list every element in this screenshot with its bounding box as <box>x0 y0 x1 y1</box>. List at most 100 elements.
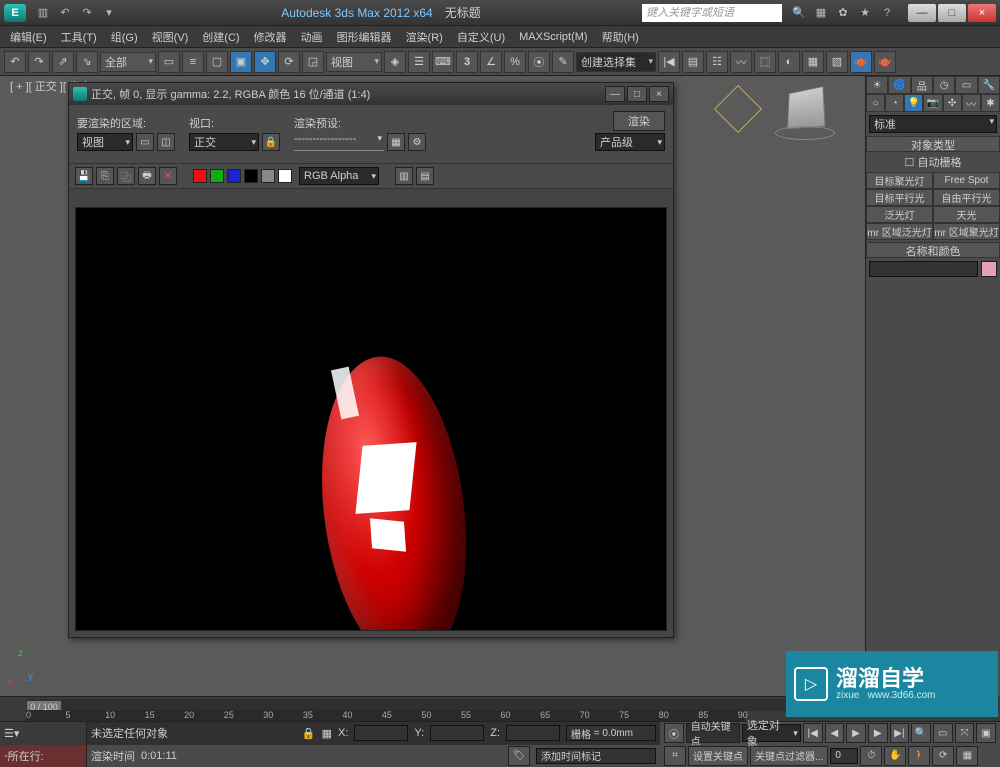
coord-x-input[interactable] <box>354 725 408 741</box>
channel-mono-icon[interactable] <box>261 169 275 183</box>
undo-icon[interactable]: ↶ <box>4 51 26 73</box>
render-win-close-button[interactable]: × <box>649 86 669 102</box>
channel-green-icon[interactable] <box>210 169 224 183</box>
viewcube-ring[interactable] <box>775 126 835 140</box>
tab-display[interactable]: ▭ <box>955 76 977 94</box>
schematic-icon[interactable]: ⿴ <box>754 51 776 73</box>
add-time-tag-field[interactable]: 添加时间标记 <box>536 748 656 764</box>
named-sel-dropdown[interactable]: 创建选择集 <box>576 52 656 72</box>
select-scale-icon[interactable]: ◲ <box>302 51 324 73</box>
snap-toggle-icon[interactable]: 3 <box>456 51 478 73</box>
manipulate-icon[interactable]: ☰ <box>408 51 430 73</box>
tab-motion[interactable]: ◷ <box>933 76 955 94</box>
menu-group[interactable]: 组(G) <box>105 27 144 47</box>
render-setup-icon[interactable]: ▦ <box>802 51 824 73</box>
tab-hierarchy[interactable]: 品 <box>911 76 933 94</box>
angle-snap-icon[interactable]: ∠ <box>480 51 502 73</box>
menu-help[interactable]: 帮助(H) <box>596 27 645 47</box>
quick-render-icon[interactable]: 🫖 <box>850 51 872 73</box>
nav-orbit-icon[interactable]: ⟳ <box>932 746 954 766</box>
nav-zoom-icon[interactable]: 🔍 <box>911 723 931 743</box>
time-ruler[interactable]: 0 5 10 15 20 25 30 35 40 45 50 55 60 65 … <box>26 710 745 721</box>
menu-create[interactable]: 创建(C) <box>196 27 245 47</box>
current-frame-input[interactable]: 0 <box>830 748 858 764</box>
nav-region-icon[interactable]: ▣ <box>976 723 996 743</box>
tab-create[interactable]: ☀ <box>866 76 888 94</box>
mirror-icon[interactable]: |◀ <box>658 51 680 73</box>
percent-snap-icon[interactable]: % <box>504 51 526 73</box>
goto-start-icon[interactable]: |◀ <box>803 723 823 743</box>
keyboard-shortcut-icon[interactable]: ⌨ <box>432 51 454 73</box>
redo-icon[interactable]: ↷ <box>28 51 50 73</box>
pivot-icon[interactable]: ◈ <box>384 51 406 73</box>
menu-grapheditors[interactable]: 图形编辑器 <box>331 27 398 47</box>
select-rotate-icon[interactable]: ⟳ <box>278 51 300 73</box>
category-dropdown[interactable]: 标准 <box>869 115 997 133</box>
unlink-icon[interactable]: ⇘ <box>76 51 98 73</box>
subtab-cameras[interactable]: 📷 <box>923 94 942 112</box>
subtab-helpers[interactable]: ✣ <box>943 94 962 112</box>
curve-editor-icon[interactable]: 〰 <box>730 51 752 73</box>
object-name-input[interactable] <box>869 261 978 277</box>
channel-bg-icon[interactable] <box>278 169 292 183</box>
render-area-edit-icon[interactable]: ▭ <box>136 133 154 151</box>
render-icon[interactable]: 🫖 <box>874 51 896 73</box>
channel-blue-icon[interactable] <box>227 169 241 183</box>
select-name-icon[interactable]: ≡ <box>182 51 204 73</box>
qat-undo-icon[interactable]: ↶ <box>55 4 75 22</box>
menu-maxscript[interactable]: MAXScript(M) <box>513 29 593 45</box>
search-icon[interactable]: 🔍 <box>789 4 809 22</box>
render-setup-icon-2[interactable]: ▦ <box>387 133 405 151</box>
object-color-swatch[interactable] <box>981 261 997 277</box>
autogrid-checkbox[interactable]: ☐ 自动栅格 <box>866 152 1000 172</box>
viewcube[interactable] <box>787 86 825 129</box>
render-output-dropdown[interactable]: 产品级 <box>595 133 665 151</box>
nav-maximize-icon[interactable]: ▦ <box>956 746 978 766</box>
subtab-systems[interactable]: ✱ <box>981 94 1000 112</box>
print-icon[interactable]: 🖶 <box>138 167 156 185</box>
rendered-frame-icon[interactable]: ▧ <box>826 51 848 73</box>
next-frame-icon[interactable]: ▶ <box>868 723 888 743</box>
goto-end-icon[interactable]: ▶| <box>890 723 910 743</box>
set-key-button[interactable]: 设置关键点 <box>688 746 748 766</box>
render-viewport-lock-icon[interactable]: 🔒 <box>262 133 280 151</box>
help-icon[interactable]: ? <box>877 4 897 22</box>
prev-frame-icon[interactable]: ◀ <box>825 723 845 743</box>
exchange-icon[interactable]: ✿ <box>833 4 853 22</box>
app-icon[interactable]: E <box>4 4 26 22</box>
light-omni-button[interactable]: 泛光灯 <box>866 206 933 223</box>
select-region-icon[interactable]: ▢ <box>206 51 228 73</box>
link-icon[interactable]: ⇗ <box>52 51 74 73</box>
menu-edit[interactable]: 编辑(E) <box>4 27 53 47</box>
menu-modifiers[interactable]: 修改器 <box>248 27 293 47</box>
layer-icon[interactable]: ☷ <box>706 51 728 73</box>
menu-customize[interactable]: 自定义(U) <box>451 27 511 47</box>
channel-alpha-icon[interactable] <box>244 169 258 183</box>
menu-animation[interactable]: 动画 <box>295 27 329 47</box>
tab-modify[interactable]: 🌀 <box>888 76 910 94</box>
qat-redo-icon[interactable]: ↷ <box>77 4 97 22</box>
light-mr-omni-button[interactable]: mr 区域泛光灯 <box>866 223 933 240</box>
signin-icon[interactable]: ▦ <box>811 4 831 22</box>
key-selset-dropdown[interactable]: 选定对象 <box>742 724 801 742</box>
render-win-maximize-button[interactable]: □ <box>627 86 647 102</box>
light-free-direct-button[interactable]: 自由平行光 <box>933 189 1000 206</box>
nav-zoomall-icon[interactable]: ▭ <box>933 723 953 743</box>
toggle-overlay-b-icon[interactable]: ▤ <box>416 167 434 185</box>
nav-pan-icon[interactable]: ✋ <box>884 746 906 766</box>
render-win-minimize-button[interactable]: — <box>605 86 625 102</box>
render-button[interactable]: 渲染 <box>613 111 665 131</box>
add-time-tag-icon[interactable]: 🏷 <box>508 746 530 766</box>
subtab-lights[interactable]: 💡 <box>904 94 923 112</box>
render-preset-dropdown[interactable]: ----------------- <box>294 133 384 151</box>
coord-y-input[interactable] <box>430 725 484 741</box>
minimize-button[interactable]: — <box>908 4 936 22</box>
play-icon[interactable]: ▶ <box>846 723 866 743</box>
toggle-overlay-a-icon[interactable]: ▥ <box>395 167 413 185</box>
light-mr-spot-button[interactable]: mr 区域聚光灯 <box>933 223 1000 240</box>
rollout-object-type[interactable]: 对象类型 <box>866 136 1000 152</box>
rollout-name-color[interactable]: 名称和颜色 <box>866 242 1000 258</box>
material-editor-icon[interactable]: ◐ <box>778 51 800 73</box>
clone-frame-icon[interactable]: ⿻ <box>117 167 135 185</box>
menu-rendering[interactable]: 渲染(R) <box>400 27 449 47</box>
